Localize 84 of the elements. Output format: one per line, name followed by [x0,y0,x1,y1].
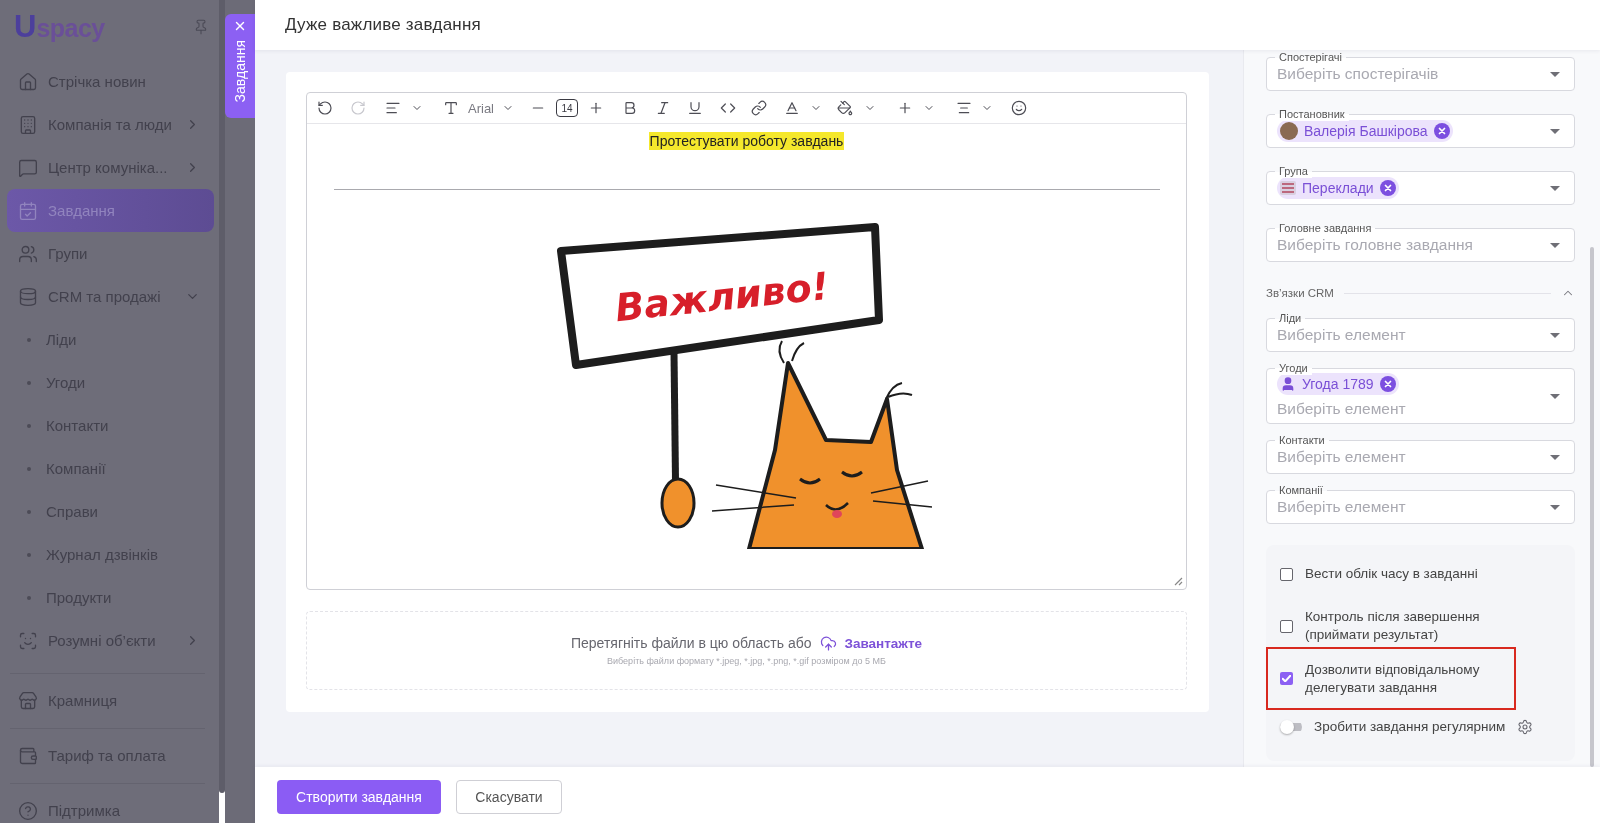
settings-icon[interactable] [1517,719,1534,735]
field-label: Група [1275,165,1312,178]
field-label: Головне завдання [1275,222,1376,235]
scrollbar[interactable] [219,0,225,793]
select-input[interactable]: Виберіть головне завдання [1277,235,1550,255]
text-style-icon[interactable] [443,100,459,116]
resize-handle-icon[interactable] [1174,577,1183,586]
option-label: Контроль після завершення (приймати результат) [1305,608,1481,644]
caret-icon[interactable] [1550,393,1560,399]
field-label: Угоди [1275,362,1312,375]
code-icon[interactable] [720,100,736,116]
field-label: Постановник [1275,108,1349,121]
drawer-tab[interactable]: Завдання [225,14,255,118]
highlighted-text: Протестувати роботу завдань [648,132,845,150]
check-icon [1282,675,1291,682]
bold-icon[interactable] [622,100,638,116]
help-icon [18,800,38,821]
undo-icon[interactable] [317,100,333,116]
option-label: Дозволити відповідальному делегувати завдання [1305,660,1481,697]
text-editor[interactable]: Arial 14 Протестувати роботу завдань Важливо! [306,92,1187,590]
thumbnail-icon [1280,181,1296,195]
group-tag[interactable]: Переклади [1277,177,1399,199]
select-input[interactable]: Виберіть елемент [1277,497,1550,517]
caret-icon[interactable] [1550,454,1560,460]
align-left-icon[interactable] [385,100,401,116]
field-label: Спостерігачі [1275,51,1346,64]
field-label: Контакти [1275,434,1329,447]
select-input[interactable]: Виберіть спостерігачів [1277,64,1550,84]
option-label: Вести облік часу в завданні [1305,565,1478,583]
font-size-field[interactable]: 14 [556,99,578,117]
align-center-icon[interactable] [956,100,972,116]
emoji-icon[interactable] [1011,100,1027,116]
fill-color-icon[interactable] [837,100,853,116]
caret-icon[interactable] [1550,128,1560,134]
upload-hint: Виберіть файли формату *.jpeg, *.jpg, *.png, *.gif розміром до 5 МБ [607,655,886,667]
section-title: Зв’язки CRM [1266,287,1334,299]
cancel-button[interactable]: Скасувати [456,780,562,814]
calendar-icon [18,200,38,221]
plus-icon[interactable] [897,100,913,116]
plus-icon[interactable] [588,100,604,116]
people-icon [18,243,38,264]
link-icon[interactable] [751,100,767,116]
shop-icon [18,690,38,711]
caret-icon[interactable] [1550,332,1560,338]
deal-tag[interactable]: Угода 1789 [1277,373,1399,395]
checkbox[interactable] [1280,672,1293,685]
database-icon [18,286,38,307]
drawer-title: Дуже важливе завдання [285,15,481,35]
sign-text: Важливо! [613,263,831,331]
field-label: Ліди [1275,312,1306,325]
remove-icon[interactable] [1379,376,1396,392]
underline-icon[interactable] [687,100,703,116]
wallet-icon [18,745,38,766]
italic-icon[interactable] [655,100,671,116]
select-input[interactable]: Виберіть елемент [1277,447,1550,467]
select-input[interactable]: Виберіть елемент [1277,399,1550,419]
dropzone[interactable]: Перетягніть файли в цю область або Завантажте Виберіть файли формату *.jpeg, *.jpg, *.png, *.gif розміром до 5 МБ [306,611,1187,690]
toggle-switch[interactable] [1280,720,1302,734]
upload-link[interactable]: Завантажте [844,635,923,651]
house-icon [18,71,38,92]
user-tag[interactable]: Валерія Башкірова [1277,120,1453,142]
remove-icon[interactable] [1379,180,1396,196]
caret-icon[interactable] [1550,504,1560,510]
avatar-icon [1280,122,1298,140]
scrollbar[interactable] [1590,247,1594,767]
select-input[interactable]: Виберіть елемент [1277,325,1550,345]
field-label: Компанії [1275,484,1327,497]
caret-icon[interactable] [1550,71,1560,77]
building-icon [18,114,38,135]
remove-icon[interactable] [1433,123,1450,139]
text-color-icon[interactable] [784,100,800,116]
person-icon [1280,376,1296,392]
font-select[interactable]: Arial [468,100,514,116]
option-label: Зробити завдання регулярним [1314,718,1506,736]
caret-icon[interactable] [1550,185,1560,191]
upload-prompt: Перетягніть файли в цю область або [570,635,812,651]
upload-icon[interactable] [819,634,837,652]
checkbox[interactable] [1280,567,1293,581]
checkbox[interactable] [1280,619,1293,633]
scan-icon [18,630,38,651]
caret-icon[interactable] [1550,242,1560,248]
submit-button[interactable]: Створити завдання [277,780,441,814]
close-icon[interactable] [233,19,247,33]
chat-icon [18,157,38,178]
